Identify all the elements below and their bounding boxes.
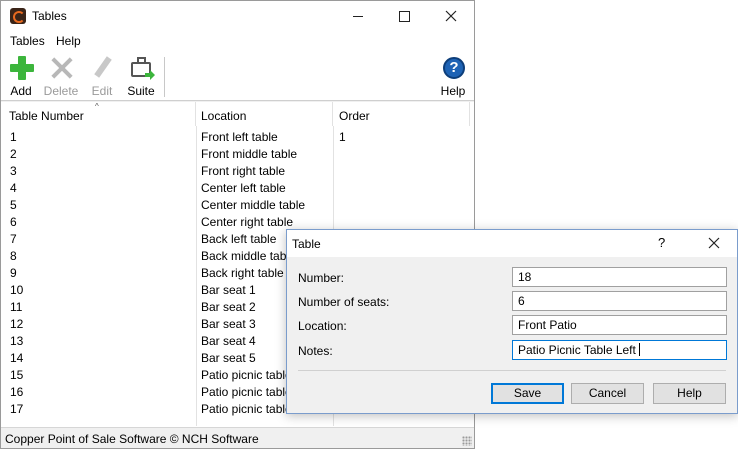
location-field[interactable]: Front Patio — [512, 315, 727, 335]
cell-number: 9 — [10, 266, 17, 280]
status-text: Copper Point of Sale Software © NCH Soft… — [5, 432, 259, 446]
status-bar: Copper Point of Sale Software © NCH Soft… — [1, 427, 474, 448]
table-row[interactable]: 2 Front middle table — [1, 145, 471, 162]
cell-location: Center middle table — [201, 198, 306, 212]
table-dialog: Table ? Number: 18 Number of seats: 6 Lo… — [286, 229, 738, 414]
number-label: Number: — [298, 271, 345, 285]
cell-location: Bar seat 4 — [201, 334, 256, 348]
toolbar-separator — [164, 57, 165, 97]
dialog-divider — [298, 370, 726, 371]
cell-number: 7 — [10, 232, 17, 246]
cell-number: 16 — [10, 385, 24, 399]
cell-location: Front left table — [201, 130, 278, 144]
menu-tables[interactable]: Tables — [10, 34, 45, 48]
dialog-close-button[interactable] — [708, 233, 720, 254]
cell-location: Patio picnic table — [201, 368, 292, 382]
dialog-title: Table — [292, 237, 321, 251]
maximize-button[interactable] — [381, 1, 427, 31]
cell-location: Bar seat 3 — [201, 317, 256, 331]
cell-location: Center left table — [201, 181, 286, 195]
seats-label: Number of seats: — [298, 295, 390, 309]
close-icon — [445, 10, 457, 22]
column-header-table-number[interactable]: ^ Table Number — [1, 102, 196, 126]
sort-ascending-icon: ^ — [95, 102, 99, 111]
delete-button[interactable]: Delete — [41, 54, 81, 99]
menu-help[interactable]: Help — [56, 34, 81, 48]
x-icon — [50, 56, 74, 80]
plus-icon — [10, 56, 34, 80]
location-label: Location: — [298, 319, 347, 333]
cell-number: 13 — [10, 334, 24, 348]
cell-location: Back right table — [201, 266, 284, 280]
cell-number: 14 — [10, 351, 24, 365]
column-header-order[interactable]: Order — [333, 102, 470, 126]
column-header-location[interactable]: Location — [196, 102, 333, 126]
cell-order: 1 — [339, 130, 346, 144]
pencil-icon — [91, 56, 115, 80]
dialog-title-bar: Table ? — [287, 230, 737, 257]
cell-number: 12 — [10, 317, 24, 331]
title-bar: Tables — [1, 1, 474, 31]
suite-label: Suite — [127, 84, 155, 98]
add-button[interactable]: Add — [1, 54, 41, 99]
toolbar: Add Delete Edit Suite ? Help — [1, 51, 474, 101]
cell-location: Patio picnic table — [201, 385, 292, 399]
save-button[interactable]: Save — [491, 383, 564, 404]
cell-number: 11 — [10, 300, 23, 314]
cell-location: Front middle table — [201, 147, 298, 161]
cancel-button[interactable]: Cancel — [571, 383, 644, 404]
number-field[interactable]: 18 — [512, 267, 727, 287]
suite-icon — [130, 56, 155, 80]
cell-location: Front right table — [201, 164, 286, 178]
notes-value: Patio Picnic Table Left — [518, 343, 636, 357]
cell-location: Back left table — [201, 232, 277, 246]
close-button[interactable] — [428, 1, 474, 31]
add-label: Add — [10, 84, 32, 98]
table-row[interactable]: 3 Front right table — [1, 162, 471, 179]
cell-location: Center right table — [201, 215, 294, 229]
minimize-button[interactable] — [335, 1, 381, 31]
cell-number: 5 — [10, 198, 17, 212]
cell-location: Bar seat 5 — [201, 351, 256, 365]
edit-button[interactable]: Edit — [82, 54, 122, 99]
table-row[interactable]: 6 Center right table — [1, 213, 471, 230]
resize-grip-icon[interactable] — [462, 436, 472, 446]
dialog-help-icon[interactable]: ? — [658, 235, 665, 250]
help-toolbar-button[interactable]: ? Help — [433, 54, 473, 99]
help-button[interactable]: Help — [653, 383, 726, 404]
help-label: Help — [440, 84, 466, 98]
edit-label: Edit — [91, 84, 113, 98]
table-row[interactable]: 4 Center left table — [1, 179, 471, 196]
cell-number: 2 — [10, 147, 17, 161]
notes-field[interactable]: Patio Picnic Table Left — [512, 340, 727, 360]
help-icon: ? — [442, 56, 466, 80]
delete-label: Delete — [43, 84, 79, 98]
cell-location: Bar seat 1 — [201, 283, 256, 297]
cell-location: Patio picnic table — [201, 402, 292, 416]
cell-number: 4 — [10, 181, 17, 195]
suite-button[interactable]: Suite — [121, 54, 161, 99]
seats-field[interactable]: 6 — [512, 291, 727, 311]
cell-number: 3 — [10, 164, 17, 178]
menu-bar: Tables Help — [1, 31, 474, 51]
cell-number: 15 — [10, 368, 24, 382]
cell-number: 10 — [10, 283, 24, 297]
cell-number: 8 — [10, 249, 17, 263]
cell-number: 17 — [10, 402, 24, 416]
table-row[interactable]: 5 Center middle table — [1, 196, 471, 213]
cell-number: 6 — [10, 215, 17, 229]
app-icon — [10, 8, 26, 24]
text-caret — [638, 343, 640, 356]
window-title: Tables — [32, 9, 67, 23]
cell-location: Back middle table — [201, 249, 296, 263]
cell-number: 1 — [10, 130, 17, 144]
notes-label: Notes: — [298, 344, 333, 358]
table-row[interactable]: 1 Front left table 1 — [1, 128, 471, 145]
cell-location: Bar seat 2 — [201, 300, 256, 314]
close-icon — [708, 237, 720, 249]
